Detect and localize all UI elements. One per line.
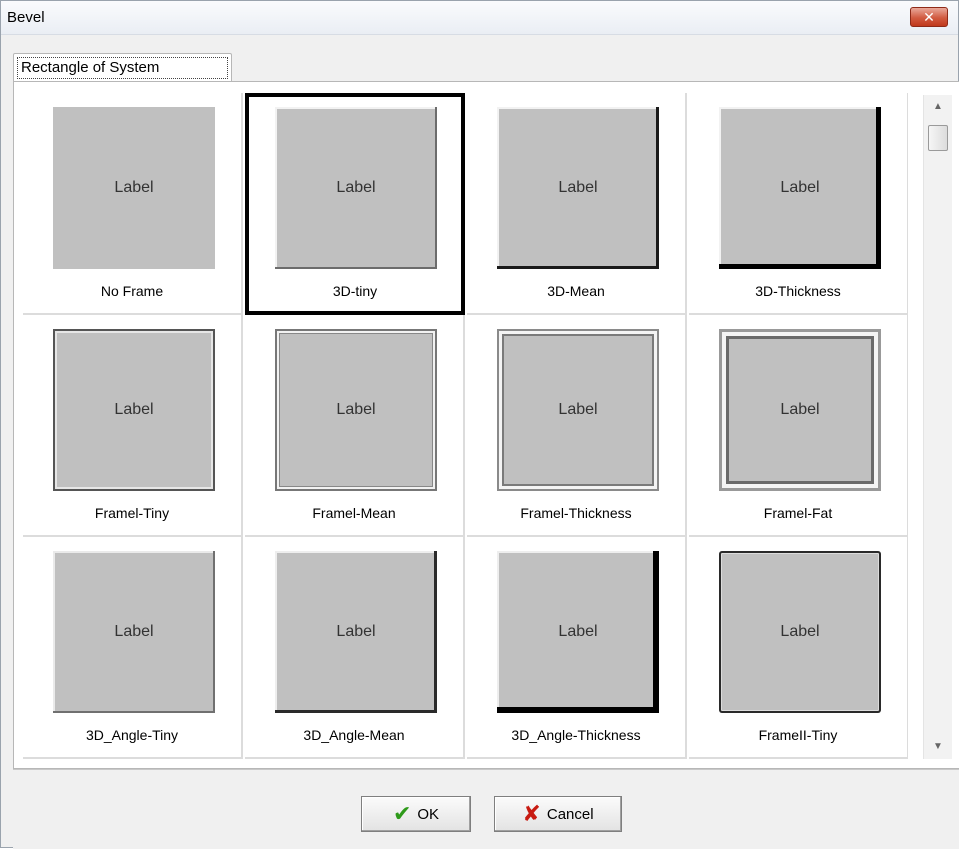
- cancel-button[interactable]: ✘ Cancel: [494, 796, 622, 832]
- style-label: 3D_Angle-Thickness: [511, 727, 641, 743]
- style-label: 3D_Angle-Mean: [303, 727, 405, 743]
- style-cell-frameii-tiny[interactable]: Label FrameII-Tiny: [689, 537, 908, 759]
- ok-button[interactable]: ✔ OK: [361, 796, 471, 832]
- bevel-style-grid: Label No Frame Label 3D-tiny Label 3D-Me…: [23, 93, 908, 763]
- style-cell-3d-angle-mean[interactable]: Label 3D_Angle-Mean: [245, 537, 465, 759]
- button-bar: ✔ OK ✘ Cancel: [13, 769, 959, 849]
- style-cell-3d-tiny[interactable]: Label 3D-tiny: [245, 93, 465, 315]
- tab-label: Rectangle of System: [17, 57, 228, 79]
- style-cell-framel-fat[interactable]: Label Framel-Fat: [689, 315, 908, 537]
- style-label: 3D-tiny: [332, 283, 378, 299]
- window-title: Bevel: [7, 9, 45, 26]
- style-preview: Label: [275, 329, 437, 491]
- style-preview: Label: [275, 107, 437, 269]
- style-preview: Label: [497, 107, 659, 269]
- style-label: FrameII-Tiny: [758, 727, 838, 743]
- style-cell-3d-thickness[interactable]: Label 3D-Thickness: [689, 93, 908, 315]
- close-button[interactable]: ✕: [910, 7, 948, 27]
- close-icon: ✕: [923, 8, 935, 25]
- cancel-label: Cancel: [546, 805, 594, 823]
- style-cell-3d-angle-tiny[interactable]: Label 3D_Angle-Tiny: [23, 537, 243, 759]
- style-preview: Label: [497, 329, 659, 491]
- style-label: Framel-Mean: [312, 505, 396, 521]
- style-cell-no-frame[interactable]: Label No Frame: [23, 93, 243, 315]
- style-label: 3D_Angle-Tiny: [85, 727, 179, 743]
- style-label: 3D-Thickness: [755, 283, 841, 299]
- style-preview: Label: [719, 107, 881, 269]
- style-label: No Frame: [100, 283, 164, 299]
- style-cell-3d-mean[interactable]: Label 3D-Mean: [467, 93, 687, 315]
- ok-label: OK: [417, 805, 440, 823]
- style-preview: Label: [53, 551, 215, 713]
- cross-icon: ✘: [522, 801, 541, 826]
- title-bar: Bevel ✕: [1, 1, 958, 35]
- vertical-scrollbar[interactable]: ▲ ▼: [923, 95, 952, 759]
- style-label: Framel-Fat: [763, 505, 833, 521]
- style-cell-3d-angle-thickness[interactable]: Label 3D_Angle-Thickness: [467, 537, 687, 759]
- style-preview: Label: [719, 329, 881, 491]
- style-label: 3D-Mean: [547, 283, 605, 299]
- checkmark-icon: ✔: [392, 801, 412, 826]
- style-preview: Label: [719, 551, 881, 713]
- style-cell-framel-thickness[interactable]: Label Framel-Thickness: [467, 315, 687, 537]
- scroll-down-arrow-icon[interactable]: ▼: [928, 737, 948, 757]
- style-label: Framel-Thickness: [520, 505, 632, 521]
- style-preview: Label: [53, 107, 215, 269]
- style-cell-framel-mean[interactable]: Label Framel-Mean: [245, 315, 465, 537]
- tab-rectangle-of-system[interactable]: Rectangle of System: [13, 53, 232, 81]
- style-preview: Label: [275, 551, 437, 713]
- style-label: Framel-Tiny: [94, 505, 170, 521]
- scroll-thumb[interactable]: [928, 125, 948, 151]
- scroll-up-arrow-icon[interactable]: ▲: [928, 97, 948, 117]
- bevel-dialog: Bevel ✕ Rectangle of System Label No Fra…: [0, 0, 959, 849]
- style-preview: Label: [497, 551, 659, 713]
- style-preview: Label: [53, 329, 215, 491]
- style-cell-framel-tiny[interactable]: Label Framel-Tiny: [23, 315, 243, 537]
